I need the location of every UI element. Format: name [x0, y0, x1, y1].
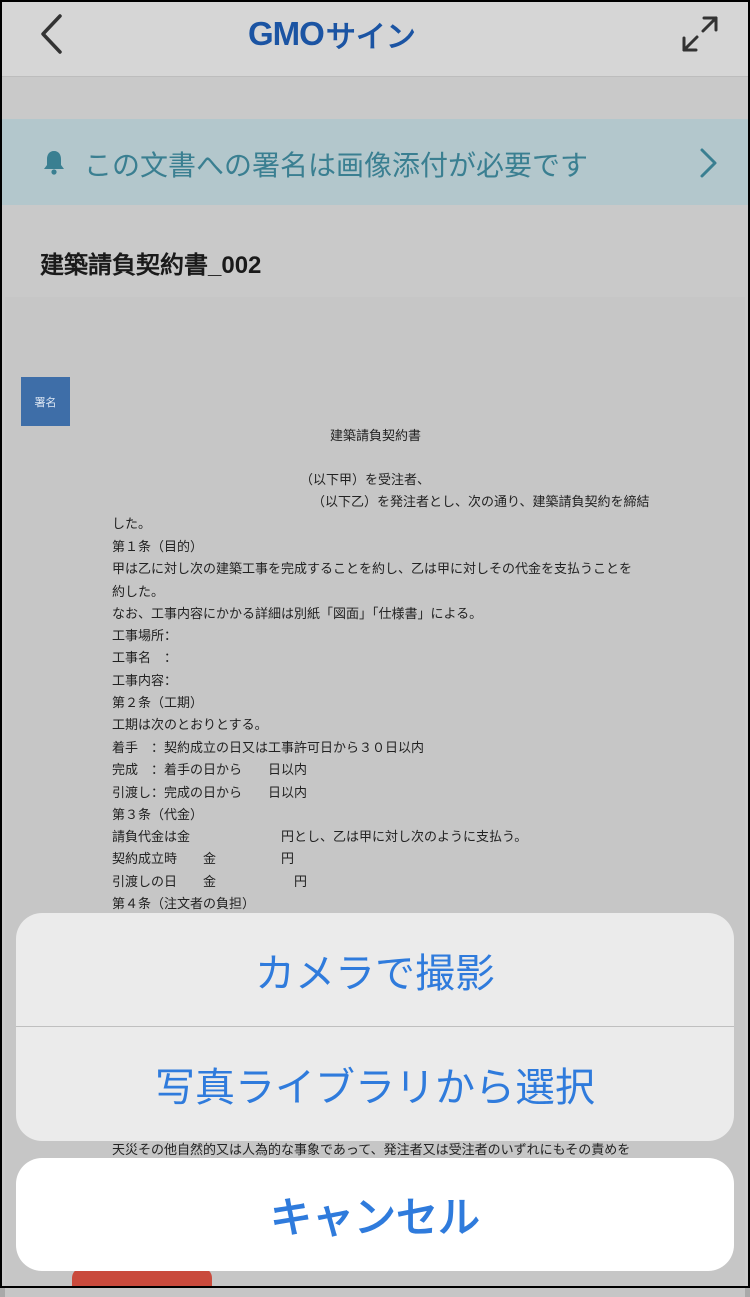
- logo-sign: サイン: [325, 21, 416, 54]
- doc-line: 約した。: [112, 585, 165, 600]
- doc-line: した。: [112, 517, 152, 532]
- doc-line: 第１条（目的）: [112, 540, 204, 555]
- action-sheet: カメラで撮影 写真ライブラリから選択: [16, 913, 734, 1141]
- camera-button[interactable]: カメラで撮影: [16, 913, 734, 1026]
- doc-line: 引渡し：完成の日から 日以内: [112, 786, 308, 801]
- back-chevron-icon: [41, 14, 62, 54]
- doc-line: 工事内容：: [112, 674, 178, 689]
- document-page: 署名 建築請負契約書 （以下甲）を受注者、 （以下乙）を発注者とし、次の通り、建…: [5, 297, 745, 1297]
- signature-field[interactable]: 署名: [21, 377, 70, 426]
- image-attachment-notice[interactable]: この文書への署名は画像添付が必要です: [0, 119, 750, 205]
- doc-line: 第２条（工期）: [112, 696, 204, 711]
- document-title: 建築請負契約書_002: [40, 252, 262, 279]
- doc-line: 第３条（代金）: [112, 808, 204, 823]
- bell-icon: [44, 151, 64, 175]
- doc-line: 完成 ：着手の日から 日以内: [112, 763, 308, 778]
- doc-line: 工事名 ：: [112, 651, 178, 666]
- app-logo: GMO サイン: [248, 14, 416, 54]
- doc-line: 建築請負契約書: [330, 429, 422, 444]
- doc-line: 工事場所：: [112, 629, 178, 644]
- doc-line: 天災その他自然的又は人為的な事象であって、発注者又は受注者のいずれにもその責めを: [112, 1143, 631, 1158]
- expand-button[interactable]: [680, 14, 720, 54]
- doc-line: 工期は次のとおりとする。: [112, 718, 268, 733]
- cancel-button[interactable]: キャンセル: [16, 1158, 734, 1271]
- doc-line: （以下甲）を受注者、: [300, 473, 431, 488]
- app-header: GMO サイン: [0, 0, 750, 77]
- back-button[interactable]: [30, 12, 74, 56]
- notice-text: この文書への署名は画像添付が必要です: [84, 149, 589, 182]
- doc-line: 引渡しの日 金 円: [112, 875, 308, 890]
- doc-line: 甲は乙に対し次の建築工事を完成することを約し、乙は甲に対しその代金を支払うことを: [112, 562, 633, 577]
- doc-line: 第４条（注文者の負担）: [112, 897, 256, 912]
- logo-gmo: GMO: [248, 15, 325, 52]
- doc-line: 着手 ：契約成立の日又は工事許可日から３０日以内: [112, 741, 425, 756]
- photo-library-button[interactable]: 写真ライブラリから選択: [16, 1027, 734, 1140]
- doc-line: 請負代金は金 円とし、乙は甲に対し次のように支払う。: [112, 830, 528, 845]
- hidden-action-button: [72, 1268, 212, 1288]
- chevron-right-icon: [700, 148, 717, 178]
- doc-line: （以下乙）を発注者とし、次の通り、建築請負契約を締結: [312, 495, 650, 510]
- expand-icon: [682, 16, 718, 52]
- doc-line: なお、工事内容にかかる詳細は別紙「図面」「仕様書」による。: [112, 607, 483, 622]
- doc-line: 契約成立時 金 円: [112, 852, 295, 867]
